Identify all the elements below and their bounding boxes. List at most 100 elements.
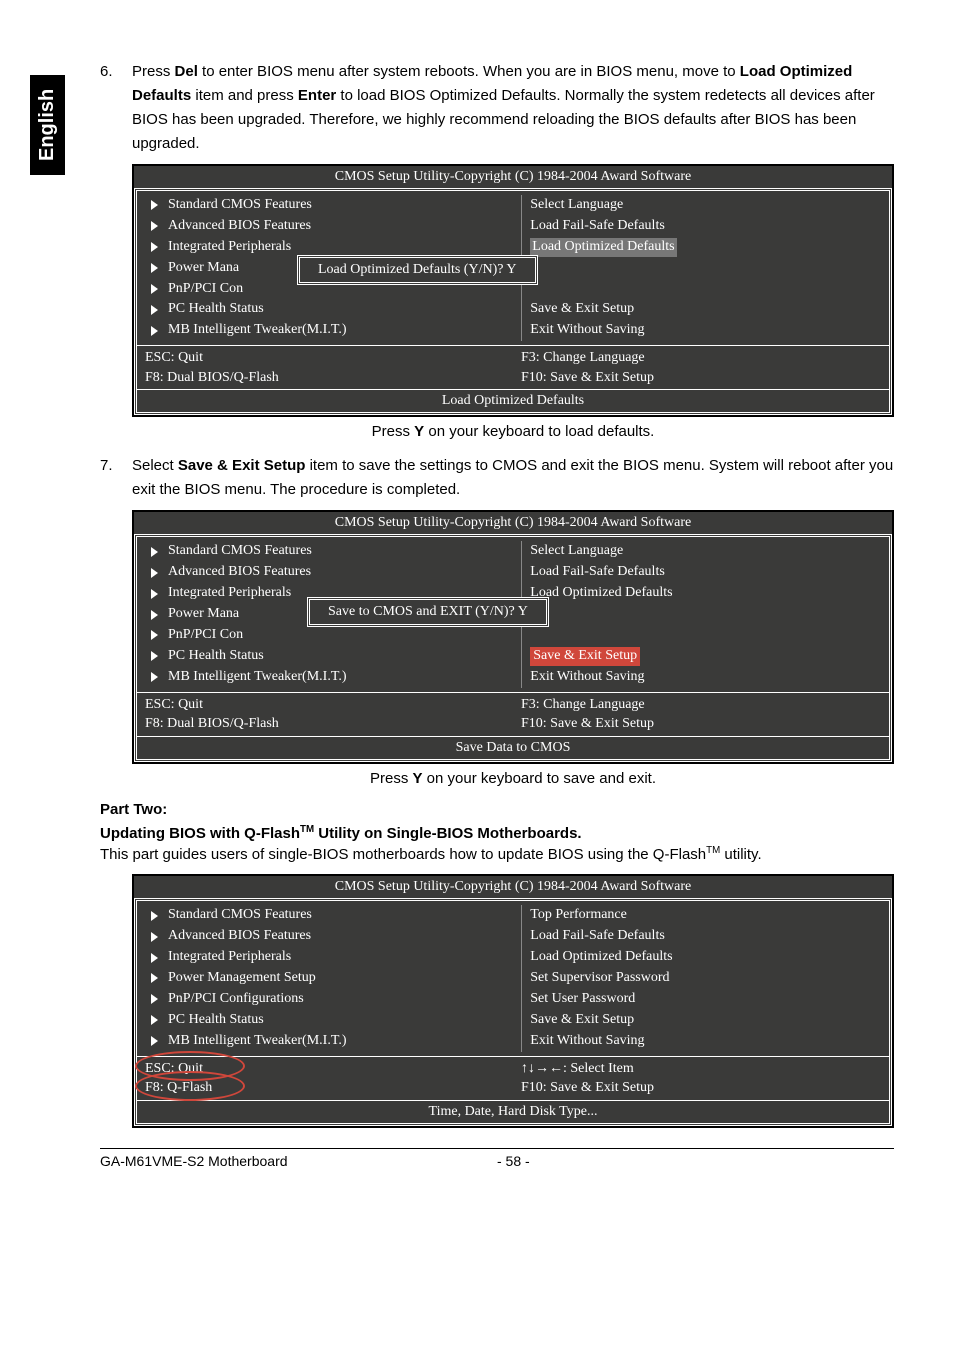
menu-item: Save & Exit Setup	[530, 646, 881, 667]
label: PnP/PCI Con	[168, 280, 243, 299]
menu-item	[530, 258, 881, 279]
t: Select	[132, 457, 178, 474]
label: PnP/PCI Configurations	[168, 990, 304, 1009]
menu-item: Integrated Peripherals	[145, 947, 513, 968]
part-two-heading: Part Two:	[100, 801, 894, 818]
triangle-icon	[151, 568, 158, 578]
menu-item: Set Supervisor Password	[530, 968, 881, 989]
t: on your keyboard to save and exit.	[423, 770, 656, 787]
menu-item: Exit Without Saving	[530, 667, 881, 688]
bios-screenshot-3: CMOS Setup Utility-Copyright (C) 1984-20…	[132, 874, 894, 1127]
help-line: ↑↓→←: Select Item	[521, 1059, 881, 1079]
step-text: Press Del to enter BIOS menu after syste…	[132, 60, 894, 156]
help-right: ↑↓→←: Select Item F10: Save & Exit Setup	[513, 1057, 889, 1100]
label: Exit Without Saving	[530, 1032, 644, 1051]
t: Updating BIOS with Q-Flash	[100, 825, 300, 842]
triangle-icon	[151, 1036, 158, 1046]
help-line: F8: Dual BIOS/Q-Flash	[145, 368, 505, 388]
label: Power Management Setup	[168, 969, 316, 988]
label: Load Fail-Safe Defaults	[530, 217, 665, 236]
label: Exit Without Saving	[530, 321, 644, 340]
menu-item	[530, 625, 881, 646]
help-line: F3: Change Language	[521, 348, 881, 368]
label: Load Fail-Safe Defaults	[530, 563, 665, 582]
t: item and press	[191, 87, 298, 104]
menu-item: Load Fail-Safe Defaults	[530, 926, 881, 947]
triangle-icon	[151, 911, 158, 921]
menu-item: Standard CMOS Features	[145, 905, 513, 926]
help-line: F3: Change Language	[521, 695, 881, 715]
t: Press	[132, 63, 175, 80]
menu-item: Select Language	[530, 195, 881, 216]
t: Y	[413, 770, 423, 787]
label: Power Mana	[168, 605, 239, 624]
menu-item: PC Health Status	[145, 646, 513, 667]
triangle-icon	[151, 1015, 158, 1025]
part-two-paragraph: This part guides users of single-BIOS mo…	[100, 844, 894, 867]
t: to enter BIOS menu after system reboots.…	[198, 63, 740, 80]
help-left: ESC: Quit F8: Dual BIOS/Q-Flash	[137, 346, 513, 389]
footer-left: GA-M61VME-S2 Motherboard	[100, 1153, 497, 1169]
step-number: 6.	[100, 60, 132, 156]
help-left: ESC: Quit F8: Dual BIOS/Q-Flash	[137, 693, 513, 736]
label: Standard CMOS Features	[168, 196, 312, 215]
confirm-dialog: Load Optimized Defaults (Y/N)? Y	[297, 255, 538, 285]
label: PC Health Status	[168, 647, 264, 666]
triangle-icon	[151, 994, 158, 1004]
label: Advanced BIOS Features	[168, 927, 311, 946]
menu-item: Load Optimized Defaults	[530, 237, 881, 258]
menu-item: MB Intelligent Tweaker(M.I.T.)	[145, 667, 513, 688]
label: Top Performance	[530, 906, 627, 925]
help-line: F10: Save & Exit Setup	[521, 368, 881, 388]
label: Save & Exit Setup	[530, 300, 634, 319]
t: utility.	[720, 846, 761, 863]
menu-item: PC Health Status	[145, 1010, 513, 1031]
step-7: 7. Select Save & Exit Setup item to save…	[100, 454, 894, 502]
label: Select Language	[530, 542, 623, 561]
label: Select Language	[530, 196, 623, 215]
t: Press	[370, 770, 413, 787]
menu-item: Load Optimized Defaults	[530, 947, 881, 968]
bios-footer: Load Optimized Defaults	[137, 389, 889, 412]
menu-item: Top Performance	[530, 905, 881, 926]
label: Load Optimized Defaults	[530, 948, 672, 967]
bios-title: CMOS Setup Utility-Copyright (C) 1984-20…	[134, 166, 892, 188]
label: Load Fail-Safe Defaults	[530, 927, 665, 946]
triangle-icon	[151, 630, 158, 640]
menu-item	[530, 604, 881, 625]
triangle-icon	[151, 221, 158, 231]
label: Advanced BIOS Features	[168, 217, 311, 236]
label: MB Intelligent Tweaker(M.I.T.)	[168, 321, 347, 340]
label-highlighted: Save & Exit Setup	[530, 647, 640, 666]
triangle-icon	[151, 284, 158, 294]
menu-item: MB Intelligent Tweaker(M.I.T.)	[145, 320, 513, 341]
label: MB Intelligent Tweaker(M.I.T.)	[168, 668, 347, 687]
t: Enter	[298, 87, 336, 104]
menu-item: PnP/PCI Con	[145, 625, 513, 646]
bios-screenshot-2: CMOS Setup Utility-Copyright (C) 1984-20…	[132, 510, 894, 763]
t: Utility on Single-BIOS Motherboards.	[314, 825, 582, 842]
label: Exit Without Saving	[530, 668, 644, 687]
triangle-icon	[151, 651, 158, 661]
menu-item: PnP/PCI Configurations	[145, 989, 513, 1010]
menu-item: Load Optimized Defaults	[530, 583, 881, 604]
bios-title: CMOS Setup Utility-Copyright (C) 1984-20…	[134, 876, 892, 898]
label: Power Mana	[168, 259, 239, 278]
step-6: 6. Press Del to enter BIOS menu after sy…	[100, 60, 894, 156]
tm-icon: TM	[706, 845, 720, 856]
label: Standard CMOS Features	[168, 542, 312, 561]
footer-page-number: - 58 -	[497, 1153, 894, 1169]
caption-2: Press Y on your keyboard to save and exi…	[132, 770, 894, 787]
bios-footer: Time, Date, Hard Disk Type...	[137, 1100, 889, 1123]
label: PC Health Status	[168, 1011, 264, 1030]
label: Set User Password	[530, 990, 635, 1009]
part-two-subheading: Updating BIOS with Q-FlashTM Utility on …	[100, 824, 894, 842]
triangle-icon	[151, 610, 158, 620]
triangle-icon	[151, 242, 158, 252]
help-line: F10: Save & Exit Setup	[521, 714, 881, 734]
triangle-icon	[151, 547, 158, 557]
menu-item: Exit Without Saving	[530, 1031, 881, 1052]
menu-item: Load Fail-Safe Defaults	[530, 562, 881, 583]
menu-item: Save & Exit Setup	[530, 1010, 881, 1031]
triangle-icon	[151, 672, 158, 682]
